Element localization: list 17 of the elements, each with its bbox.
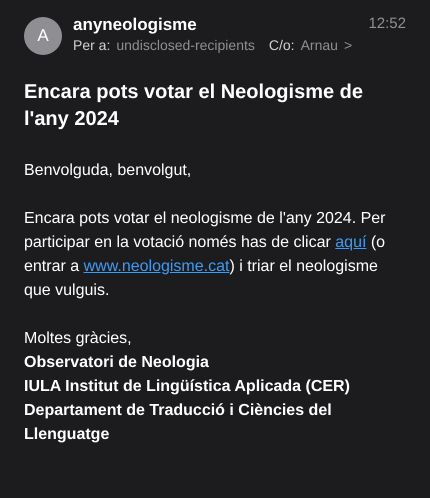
greeting: Benvolguda, benvolgut, [24,161,192,181]
body-paragraph: Encara pots votar el neologisme de l'any 2024. Per participar en la votació només has de clicar aquí (o entrar a www.neologisme.cat) i triar el neologisme que vulguis. [24,209,386,301]
recipient: undisclosed-recipients [116,37,255,53]
chevron-icon[interactable]: > [344,37,352,53]
signature-line: IULA Institut de Lingüística Aplicada (CER) [24,377,351,397]
sender-name: anyneologisme [73,15,197,35]
signature-line: Departament de Traducció i Ciències del Llenguatge [24,401,333,445]
signature-line: Moltes gràcies, [24,329,133,349]
link[interactable]: www.neologisme.cat [84,258,230,275]
link[interactable]: aquí [335,234,366,251]
cc-label: C/o: [268,37,295,53]
avatar: A [24,17,62,55]
time: 12:52 [368,15,406,34]
email-subject: Encara pots votar el Neologisme de l'any 2024 [23,80,364,132]
to-label: Per a: [73,37,110,53]
cc-recipient: Arnau [300,37,338,53]
signature-line: Observatori de Neologia [24,353,210,373]
